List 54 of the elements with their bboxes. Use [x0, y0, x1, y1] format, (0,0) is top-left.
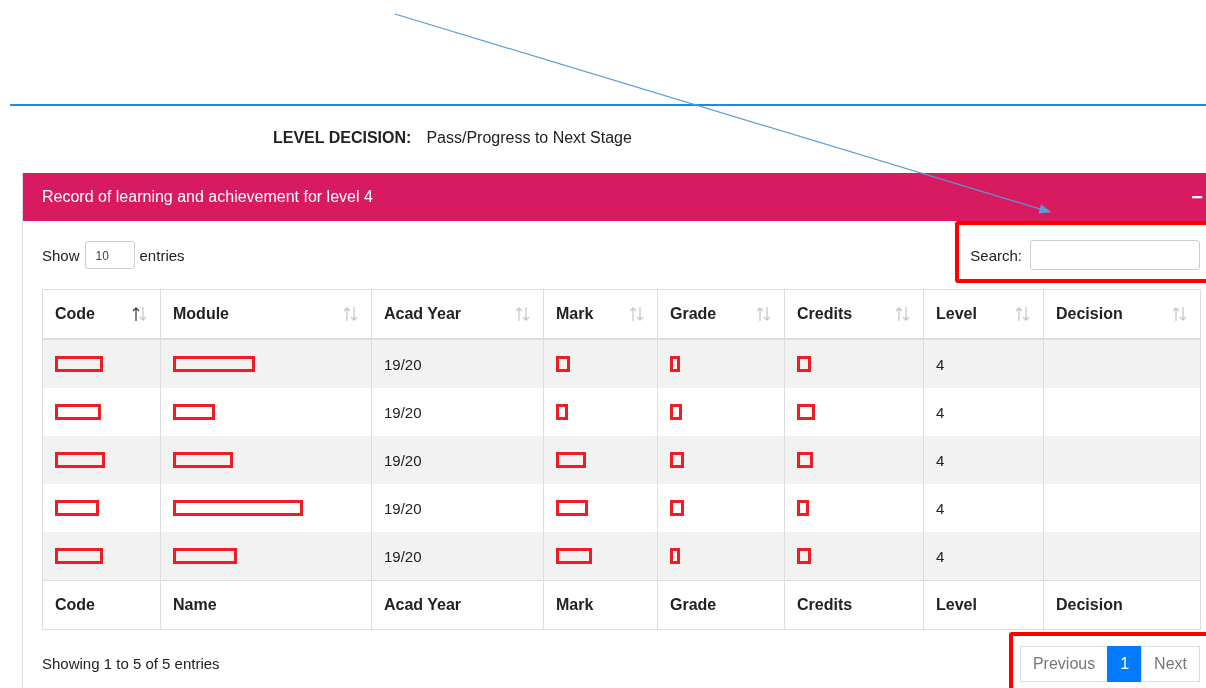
- redaction-mark: [173, 452, 233, 468]
- column-footer: Level: [936, 596, 977, 613]
- table-cell: 19/20: [384, 499, 422, 517]
- pagination-button[interactable]: Next: [1141, 646, 1200, 682]
- redaction-mark: [556, 452, 586, 468]
- table-cell: 4: [936, 499, 945, 517]
- redaction-mark: [797, 548, 811, 564]
- column-footer: Code: [55, 596, 95, 613]
- redaction-mark: [556, 356, 570, 372]
- pagination-button[interactable]: 1: [1107, 646, 1143, 682]
- column-footer: Name: [173, 596, 217, 613]
- redaction-mark: [173, 404, 215, 420]
- table-cell: 4: [936, 547, 945, 565]
- redaction-mark: [797, 452, 813, 468]
- redaction-mark: [55, 404, 101, 420]
- panel-title: Record of learning and achievement for level 4: [42, 188, 373, 206]
- redaction-mark: [55, 500, 99, 516]
- redaction-mark: [670, 404, 682, 420]
- column-footer: Grade: [670, 596, 717, 613]
- entries-select[interactable]: 10: [84, 241, 135, 269]
- redaction-mark: [670, 452, 684, 468]
- pagination-button[interactable]: Previous: [1019, 646, 1109, 682]
- redaction-mark: [797, 500, 809, 516]
- column-footer: Decision: [1056, 596, 1123, 613]
- table-cell: 19/20: [384, 355, 422, 373]
- table-cell: 19/20: [384, 451, 422, 469]
- column-footer: Acad Year: [384, 596, 462, 613]
- level-decision-label: LEVEL DECISION:: [273, 129, 412, 148]
- search-field[interactable]: [1030, 240, 1200, 270]
- search-label: Search:: [970, 246, 1022, 264]
- table-cell: 4: [936, 355, 945, 373]
- redaction-mark: [55, 356, 103, 372]
- redaction-mark: [173, 548, 237, 564]
- redaction-mark: [55, 452, 105, 468]
- show-label: Show: [42, 246, 80, 264]
- redaction-mark: [556, 404, 568, 420]
- table-cell: 4: [936, 451, 945, 469]
- redaction-mark: [670, 500, 684, 516]
- entries-label: entries: [139, 246, 185, 264]
- level-decision-value: Pass/Progress to Next Stage: [426, 129, 632, 148]
- column-footer: Mark: [556, 596, 594, 613]
- redaction-mark: [556, 548, 592, 564]
- redaction-mark: [55, 548, 103, 564]
- redaction-mark: [670, 356, 680, 372]
- column-footer: Credits: [797, 596, 853, 613]
- table-cell: 4: [936, 403, 945, 421]
- table-cell: 19/20: [384, 403, 422, 421]
- redaction-mark: [670, 548, 680, 564]
- entries-info: Showing 1 to 5 of 5 entries: [42, 654, 220, 672]
- table-cell: 19/20: [384, 547, 422, 565]
- redaction-mark: [797, 356, 811, 372]
- redaction-mark: [556, 500, 588, 516]
- redaction-mark: [797, 404, 815, 420]
- collapse-button[interactable]: −: [1187, 185, 1206, 209]
